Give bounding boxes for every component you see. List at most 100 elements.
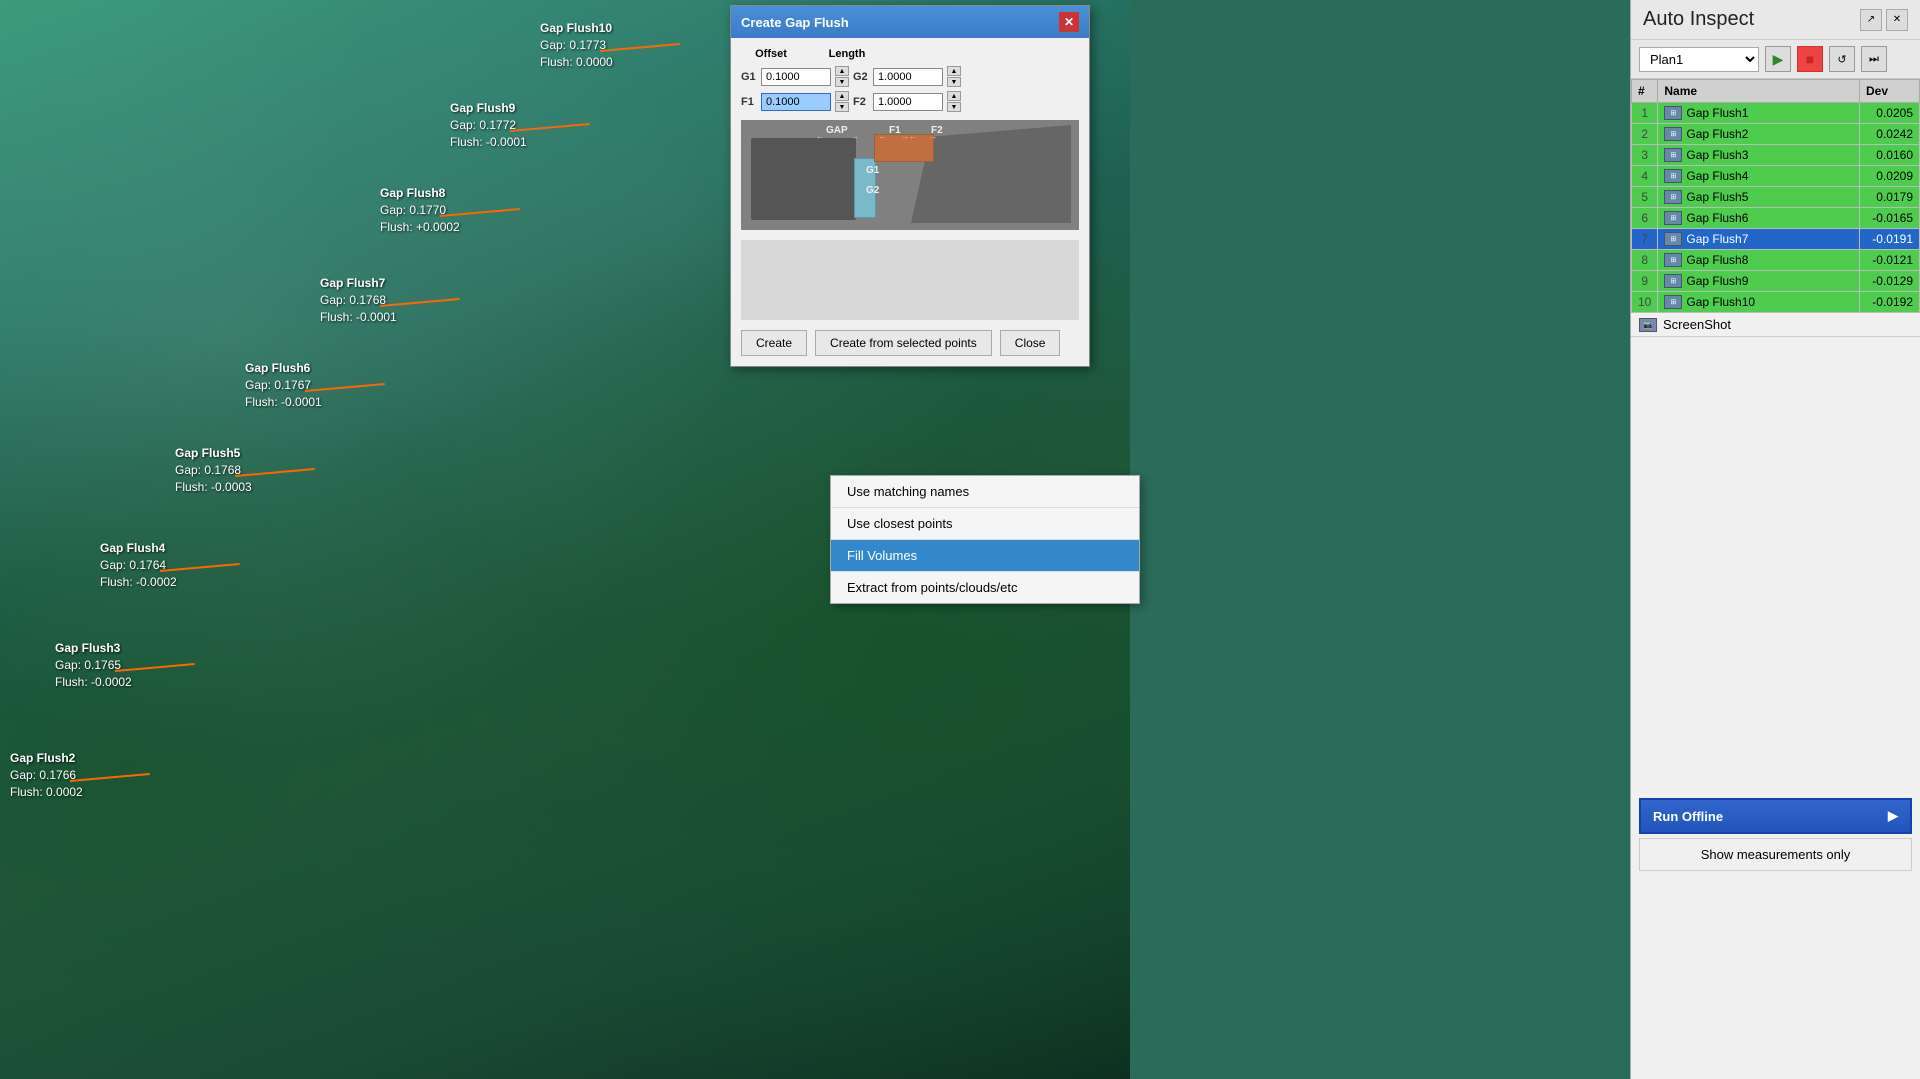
table-row[interactable]: 10 ⊞ Gap Flush10 -0.0192 [1632,292,1920,313]
row-icon: ⊞ [1664,127,1682,141]
table-row[interactable]: 7⊞Gap Flush7-0.0191 [1632,229,1920,250]
close-button[interactable]: Close [1000,330,1061,356]
row-dev: 0.0160 [1860,145,1920,166]
table-header: # Name Dev [1632,80,1920,103]
row-number: 5 [1632,187,1658,208]
g2-spin-down[interactable]: ▼ [947,77,961,87]
row-dev: 0.0242 [1860,124,1920,145]
row-dev: -0.0165 [1860,208,1920,229]
auto-inspect-panel: Auto Inspect ↗ ✕ Plan1 ▶ ■ ↺ ⏭ # Name De… [1630,0,1920,1079]
ann-name: Gap Flush6 [245,360,322,377]
context-menu: Use matching namesUse closest pointsFill… [830,475,1140,604]
dialog-close-button[interactable]: ✕ [1059,12,1079,32]
g1-spinner[interactable]: ▲ ▼ [835,66,849,87]
ann-flush: Flush: -0.0002 [55,674,132,691]
context-menu-item[interactable]: Extract from points/clouds/etc [831,572,1139,603]
plan-select[interactable]: Plan1 [1639,47,1759,72]
run-offline-label: Run Offline [1653,809,1723,824]
row-dev: -0.0192 [1860,292,1920,313]
g1-spin-up[interactable]: ▲ [835,66,849,76]
dialog-buttons: Create Create from selected points Close [741,330,1079,356]
play-button[interactable]: ▶ [1765,46,1791,72]
row-icon: ⊞ [1664,253,1682,267]
panel-restore-button[interactable]: ↗ [1860,9,1882,31]
row-number: 9 [1632,271,1658,292]
row-number: 4 [1632,166,1658,187]
context-menu-item[interactable]: Fill Volumes [831,540,1139,572]
row-dev: 0.0209 [1860,166,1920,187]
table-row[interactable]: 5⊞Gap Flush50.0179 [1632,187,1920,208]
f1-spin-down[interactable]: ▼ [835,102,849,112]
f2-arrow-right: → [929,132,937,141]
panel-close-button[interactable]: ✕ [1886,9,1908,31]
f2-spin-up[interactable]: ▲ [947,91,961,101]
table-row[interactable]: 9⊞Gap Flush9-0.0129 [1632,271,1920,292]
row-number: 8 [1632,250,1658,271]
g2-spinner[interactable]: ▲ ▼ [947,66,961,87]
ann-name: Gap Flush3 [55,640,132,657]
row-dev: 0.0179 [1860,187,1920,208]
g2-input[interactable] [873,68,943,86]
row-name: ⊞ Gap Flush10 [1658,292,1860,313]
table-row[interactable]: 4⊞Gap Flush40.0209 [1632,166,1920,187]
table-row[interactable]: 6⊞Gap Flush6-0.0165 [1632,208,1920,229]
row-dev: 0.0205 [1860,103,1920,124]
dialog-title: Create Gap Flush [741,15,849,30]
plan-row: Plan1 ▶ ■ ↺ ⏭ [1631,40,1920,79]
row-icon: ⊞ [1664,295,1682,309]
g2-label: G2 [853,71,869,83]
row-name: ⊞Gap Flush4 [1658,166,1860,187]
row-number: 10 [1632,292,1658,313]
row-label: Gap Flush10 [1686,295,1755,309]
g1-diagram-label: G1 [866,165,879,176]
run-offline-button[interactable]: Run Offline ▶ [1639,798,1912,834]
dialog-gray-area [741,240,1079,320]
reset-button[interactable]: ↺ [1829,46,1855,72]
f1-spinner[interactable]: ▲ ▼ [835,91,849,112]
f1-spin-up[interactable]: ▲ [835,91,849,101]
f2-spin-down[interactable]: ▼ [947,102,961,112]
row-icon: ⊞ [1664,274,1682,288]
table-container: # Name Dev 1⊞Gap Flush10.02052⊞Gap Flush… [1631,79,1920,313]
g1-spin-down[interactable]: ▼ [835,77,849,87]
auto-inspect-header: Auto Inspect ↗ ✕ [1631,0,1920,40]
run-offline-section: Run Offline ▶ Show measurements only [1631,790,1920,879]
row-dev: -0.0121 [1860,250,1920,271]
gap-annotation-2: Gap Flush2 Gap: 0.1766 Flush: 0.0002 [10,750,83,800]
row-icon: ⊞ [1664,232,1682,246]
gap-arrow-left: ← [816,132,824,141]
skip-button[interactable]: ⏭ [1861,46,1887,72]
create-button[interactable]: Create [741,330,807,356]
f2-label: F2 [853,96,869,108]
gap-annotation-10: Gap Flush10 Gap: 0.1773 Flush: 0.0000 [540,20,613,70]
col-name: Name [1658,80,1860,103]
table-row[interactable]: 2⊞Gap Flush20.0242 [1632,124,1920,145]
dialog-titlebar: Create Gap Flush ✕ [731,6,1089,38]
ann-flush: Flush: -0.0001 [450,134,527,151]
table-row[interactable]: 8 ⊞ Gap Flush8 -0.0121 [1632,250,1920,271]
ann-name: Gap Flush8 [380,185,460,202]
show-measurements-button[interactable]: Show measurements only [1639,838,1912,871]
table-row[interactable]: 1⊞Gap Flush10.0205 [1632,103,1920,124]
g1-input[interactable] [761,68,831,86]
row-name: ⊞Gap Flush6 [1658,208,1860,229]
ann-name: Gap Flush5 [175,445,252,462]
stop-button[interactable]: ■ [1797,46,1823,72]
ann-flush: Flush: -0.0001 [320,309,397,326]
create-gap-flush-dialog: Create Gap Flush ✕ Offset Length G1 ▲ ▼ … [730,5,1090,367]
gap-flush-diagram: GAP F1 F2 G1 G2 ← → ← →← → [741,120,1079,230]
f2-spinner[interactable]: ▲ ▼ [947,91,961,112]
table-row[interactable]: 3⊞Gap Flush30.0160 [1632,145,1920,166]
row-number: 3 [1632,145,1658,166]
create-from-selected-button[interactable]: Create from selected points [815,330,992,356]
row-label: Gap Flush8 [1686,253,1748,267]
row-name: ⊞Gap Flush9 [1658,271,1860,292]
row-label: Gap Flush7 [1686,232,1748,246]
row-label: Gap Flush3 [1686,148,1748,162]
context-menu-item[interactable]: Use closest points [831,508,1139,540]
f2-input[interactable] [873,93,943,111]
row-dev: -0.0191 [1860,229,1920,250]
context-menu-item[interactable]: Use matching names [831,476,1139,508]
g2-spin-up[interactable]: ▲ [947,66,961,76]
f1-input[interactable] [761,93,831,111]
